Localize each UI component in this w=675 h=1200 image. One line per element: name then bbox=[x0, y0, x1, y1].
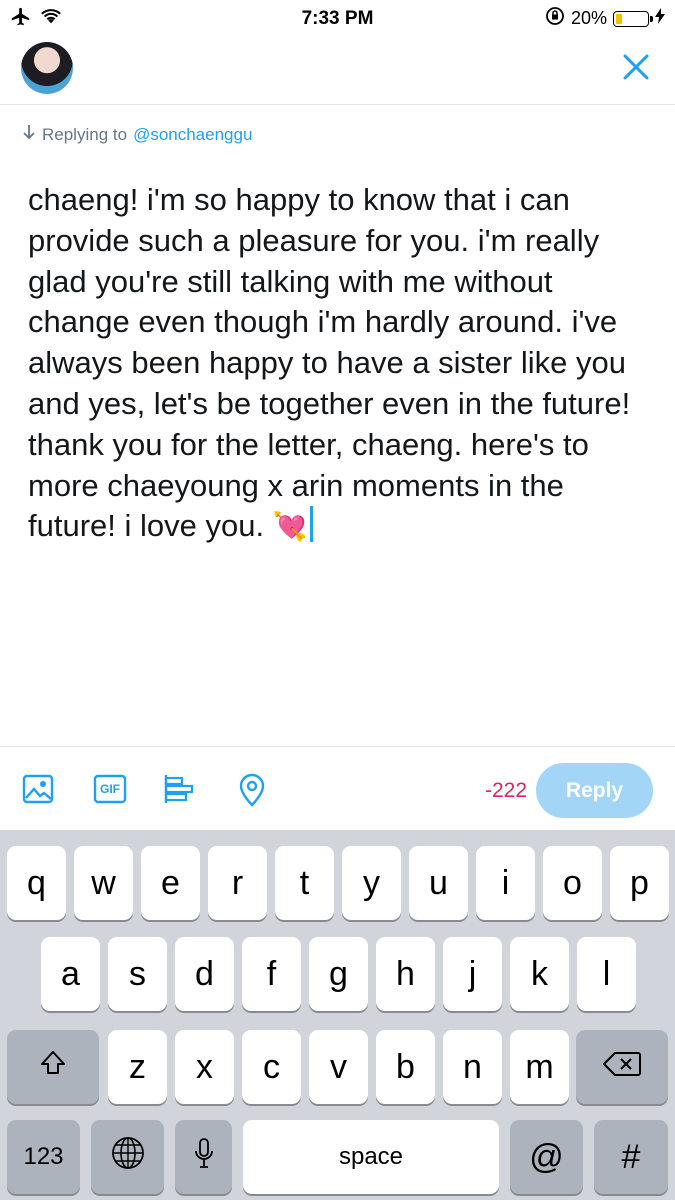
key-n[interactable]: n bbox=[443, 1030, 502, 1104]
battery-icon bbox=[613, 10, 653, 27]
key-x[interactable]: x bbox=[175, 1030, 234, 1104]
key-b[interactable]: b bbox=[376, 1030, 435, 1104]
globe-key[interactable] bbox=[91, 1120, 164, 1194]
replying-to: Replying to @sonchaenggu bbox=[22, 124, 252, 145]
tweet-compose-area[interactable]: chaeng! i'm so happy to know that i can … bbox=[28, 180, 648, 548]
shift-icon bbox=[38, 1048, 68, 1087]
compose-header bbox=[0, 36, 675, 105]
key-m[interactable]: m bbox=[510, 1030, 569, 1104]
key-j[interactable]: j bbox=[443, 937, 502, 1011]
key-v[interactable]: v bbox=[309, 1030, 368, 1104]
avatar bbox=[21, 42, 73, 94]
key-e[interactable]: e bbox=[141, 846, 200, 920]
gif-icon[interactable]: GIF bbox=[93, 773, 127, 807]
key-c[interactable]: c bbox=[242, 1030, 301, 1104]
microphone-icon bbox=[193, 1137, 215, 1178]
gif-label: GIF bbox=[100, 782, 120, 796]
close-icon[interactable] bbox=[619, 50, 653, 84]
key-k[interactable]: k bbox=[510, 937, 569, 1011]
image-icon[interactable] bbox=[22, 773, 56, 807]
key-u[interactable]: u bbox=[409, 846, 468, 920]
character-counter: -222 bbox=[484, 779, 527, 802]
orientation-lock-icon bbox=[545, 6, 565, 31]
keyboard: 123 space @ # qwertyuiop asdfghjkl zxcvbnm bbox=[0, 830, 675, 1200]
compose-toolbar: GIF -222 Reply bbox=[0, 746, 675, 831]
key-q[interactable]: q bbox=[7, 846, 66, 920]
arrow-down-icon bbox=[22, 124, 36, 145]
backspace-icon bbox=[602, 1048, 642, 1087]
globe-icon bbox=[111, 1136, 145, 1179]
tweet-text: chaeng! i'm so happy to know that i can … bbox=[28, 182, 631, 544]
key-y[interactable]: y bbox=[342, 846, 401, 920]
key-t[interactable]: t bbox=[275, 846, 334, 920]
dictation-key[interactable] bbox=[175, 1120, 232, 1194]
key-i[interactable]: i bbox=[476, 846, 535, 920]
key-p[interactable]: p bbox=[610, 846, 669, 920]
key-z[interactable]: z bbox=[108, 1030, 167, 1104]
poll-icon[interactable] bbox=[163, 773, 197, 807]
battery-percent: 20% bbox=[570, 8, 607, 28]
key-o[interactable]: o bbox=[543, 846, 602, 920]
key-r[interactable]: r bbox=[208, 846, 267, 920]
heart-arrow-emoji: 💘 bbox=[272, 511, 308, 543]
status-bar: 7:33 PM 20% bbox=[0, 0, 675, 36]
key-d[interactable]: d bbox=[175, 937, 234, 1011]
battery-level bbox=[616, 13, 622, 24]
charging-icon bbox=[655, 8, 665, 29]
hash-key[interactable]: # bbox=[594, 1120, 668, 1194]
reply-handle-link[interactable]: @sonchaenggu bbox=[133, 125, 252, 145]
numbers-key[interactable]: 123 bbox=[7, 1120, 80, 1194]
at-key[interactable]: @ bbox=[510, 1120, 583, 1194]
text-cursor bbox=[309, 506, 313, 543]
key-w[interactable]: w bbox=[74, 846, 133, 920]
location-icon[interactable] bbox=[236, 773, 270, 807]
shift-key[interactable] bbox=[7, 1030, 99, 1104]
reply-button[interactable]: Reply bbox=[536, 763, 653, 818]
key-a[interactable]: a bbox=[41, 937, 100, 1011]
key-f[interactable]: f bbox=[242, 937, 301, 1011]
key-g[interactable]: g bbox=[309, 937, 368, 1011]
key-h[interactable]: h bbox=[376, 937, 435, 1011]
space-key[interactable]: space bbox=[243, 1120, 499, 1194]
backspace-key[interactable] bbox=[576, 1030, 668, 1104]
replying-to-label: Replying to bbox=[42, 124, 128, 144]
key-l[interactable]: l bbox=[577, 937, 636, 1011]
key-s[interactable]: s bbox=[108, 937, 167, 1011]
